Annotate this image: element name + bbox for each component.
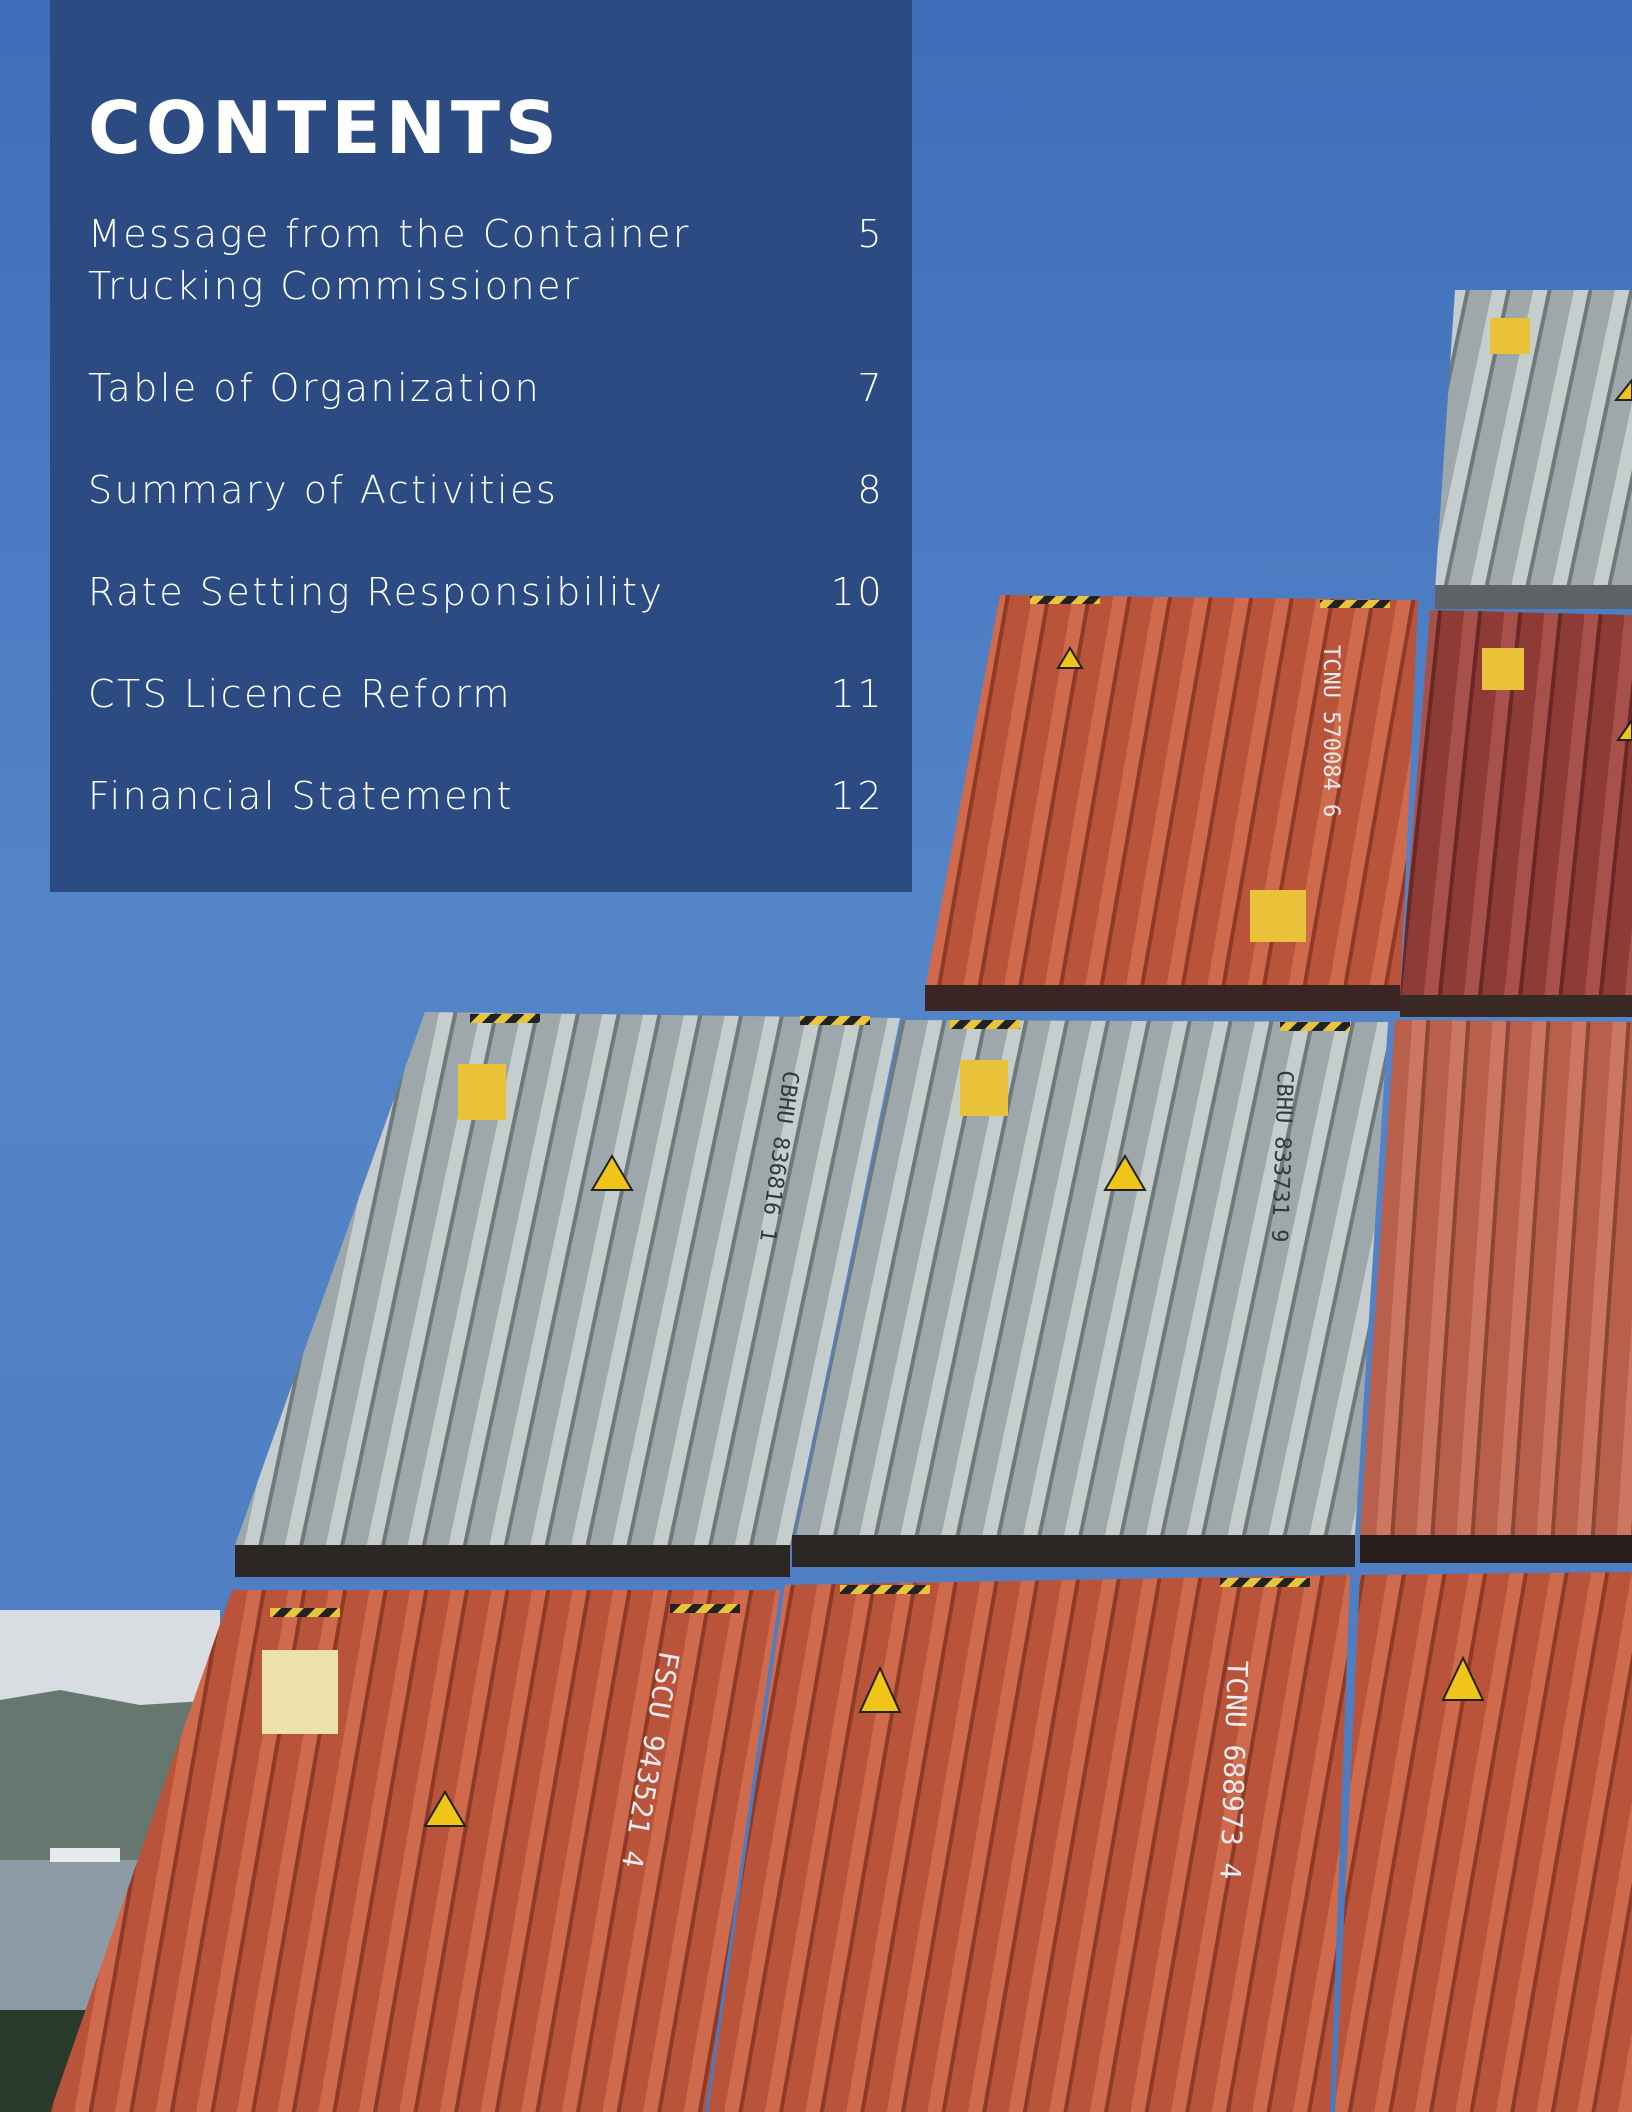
toc-entry-table-of-organization[interactable]: Table of Organization 7 — [88, 362, 888, 414]
toc-entry-page: 7 — [857, 366, 884, 410]
container-orange-bottom-right — [1335, 1572, 1632, 2112]
toc-entry-title: Rate Setting Responsibility — [88, 570, 665, 614]
toc-entry-cts-licence-reform[interactable]: CTS Licence Reform 11 — [88, 668, 888, 720]
toc-entry-rate-setting[interactable]: Rate Setting Responsibility 10 — [88, 566, 888, 618]
toc-entry-title: Summary of Activities — [88, 468, 559, 512]
toc-entry-title: Financial Statement — [88, 774, 514, 818]
container-salmon-right — [1360, 1020, 1632, 1540]
toc-entry-message[interactable]: Message from the Container Trucking Comm… — [88, 208, 888, 312]
ferry — [50, 1848, 120, 1862]
toc-entry-summary-of-activities[interactable]: Summary of Activities 8 — [88, 464, 888, 516]
toc-entry-title: CTS Licence Reform — [88, 672, 513, 716]
toc-entry-page: 8 — [857, 468, 884, 512]
toc-entry-page: 5 — [857, 212, 884, 256]
toc-entry-page: 11 — [830, 672, 884, 716]
container-grey-top — [1435, 290, 1632, 600]
container-code-1: TCNU 570084 6 — [1318, 645, 1343, 817]
toc-entry-financial-statement[interactable]: Financial Statement 12 — [88, 770, 888, 822]
container-orange-upper — [925, 595, 1418, 998]
toc-entry-title: Table of Organization — [88, 366, 542, 410]
contents-panel: CONTENTS Message from the Container Truc… — [50, 0, 912, 892]
toc-entry-title: Message from the Container Trucking Comm… — [88, 212, 691, 308]
page: TCNU 570084 6 CBHU 836816 1 CBHU 833731 … — [0, 0, 1632, 2112]
contents-heading: CONTENTS — [88, 86, 562, 170]
container-orange-bottom-middle — [708, 1575, 1350, 2112]
toc-entry-page: 12 — [830, 774, 884, 818]
toc-entry-page: 10 — [830, 570, 884, 614]
